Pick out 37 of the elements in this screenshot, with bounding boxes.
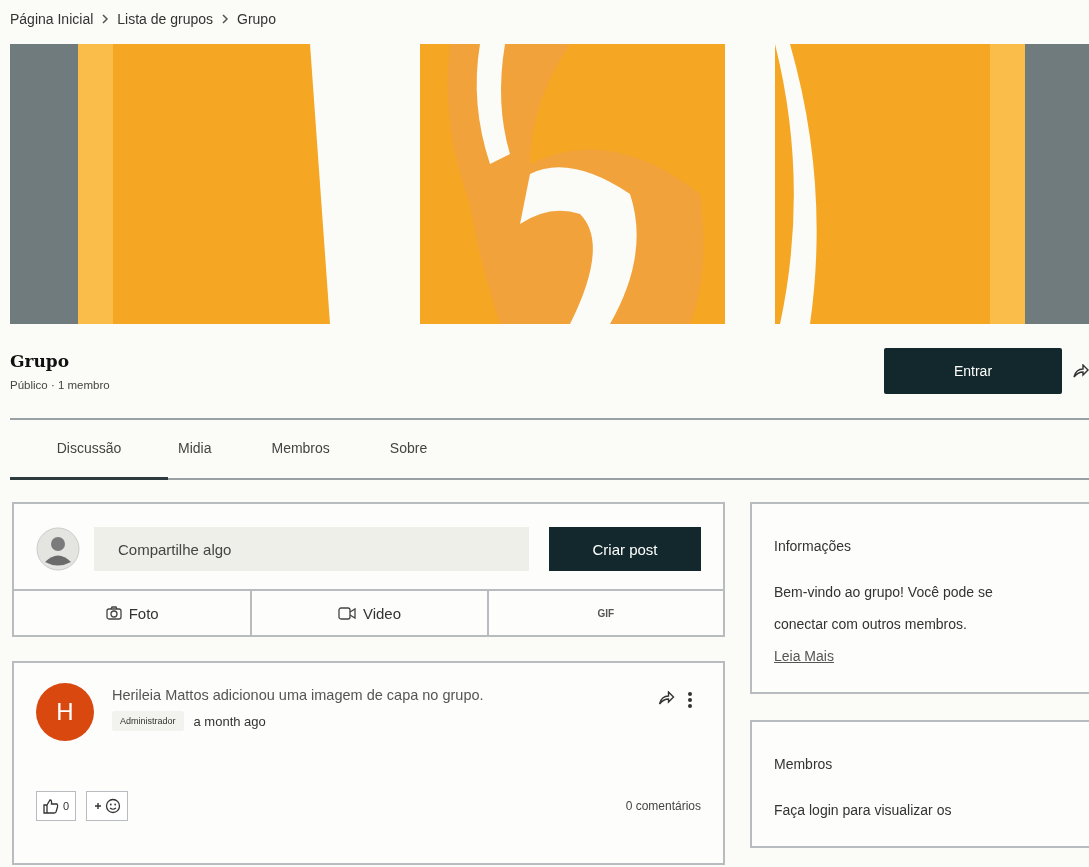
chevron-icon [221,14,229,24]
avatar-icon [36,527,80,571]
share-icon[interactable] [658,691,675,705]
card-text: Bem-vindo ao grupo! Você pode se conectar com outros membros. Leia Mais [774,583,994,666]
gif-button[interactable]: GIF [486,591,723,635]
card-title: Informações [774,538,853,554]
share-icon[interactable] [1073,364,1089,378]
add-reaction-button[interactable] [86,791,129,821]
add-emoji-icon [93,798,122,814]
card-title: Membros [774,756,834,772]
like-button[interactable]: 0 [36,791,77,821]
breadcrumb-link[interactable]: Lista de grupos [117,11,213,27]
post-text: Herileia Mattos adicionou uma imagem de capa no grupo. [112,686,485,705]
photo-button[interactable]: Foto [14,591,251,635]
camera-icon [105,606,122,620]
comment-count: 0 comentários [625,799,701,813]
card-text: Faça login para visualizar os [774,801,953,820]
breadcrumb-link[interactable]: Grupo [237,11,276,27]
post-input[interactable]: Compartilhe algo [94,527,529,571]
user-avatar: H [36,683,94,741]
tab[interactable]: Discussão [10,440,168,480]
group-title: Grupo [10,351,71,371]
create-post-button[interactable]: Criar post [549,527,701,571]
join-button[interactable]: Entrar [884,348,1062,394]
read-more-link[interactable]: Leia Mais [774,648,834,664]
tab[interactable]: Midia [178,440,212,480]
breadcrumb-link[interactable]: Página Inicial [10,11,94,27]
more-icon[interactable] [687,691,693,709]
tab[interactable]: Sobre [389,440,428,480]
post-time: a month ago [193,713,266,729]
role-badge: Administrador [112,711,184,731]
group-meta: Público · 1 membro [10,379,110,391]
video-button[interactable]: Video [250,591,487,635]
thumbs-up-icon [43,798,59,814]
video-icon [337,606,356,620]
chevron-icon [101,14,110,24]
tab[interactable]: Membros [271,440,330,480]
